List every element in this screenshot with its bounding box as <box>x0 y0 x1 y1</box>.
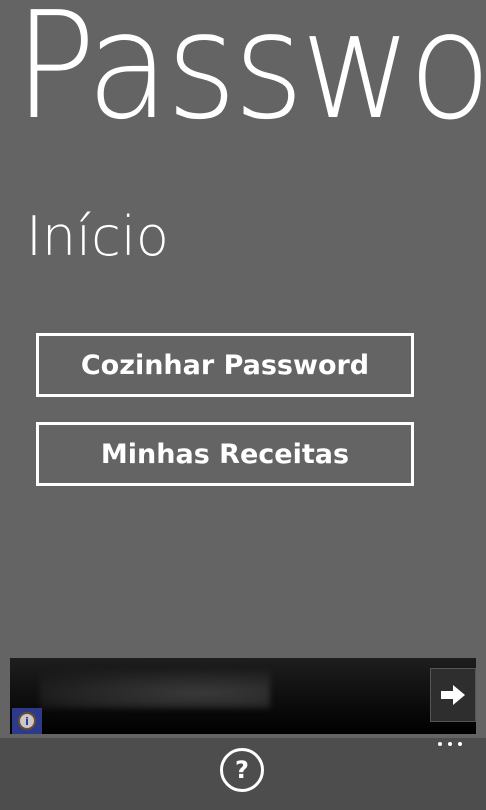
page-title: Início <box>26 205 169 268</box>
info-icon[interactable]: i <box>12 708 42 734</box>
ad-image <box>40 670 270 708</box>
my-recipes-button[interactable]: Minhas Receitas <box>36 422 414 486</box>
cook-password-button[interactable]: Cozinhar Password <box>36 333 414 397</box>
app-bar: ? <box>0 738 486 810</box>
arrow-right-icon[interactable] <box>430 668 476 722</box>
question-icon: ? <box>235 756 249 784</box>
ellipsis-icon[interactable] <box>438 742 462 746</box>
app-title: Passwo <box>14 0 486 152</box>
help-button[interactable]: ? <box>220 748 264 792</box>
ad-banner[interactable]: i <box>10 658 476 734</box>
app-page: Passwo Início Cozinhar Password Minhas R… <box>0 0 486 810</box>
